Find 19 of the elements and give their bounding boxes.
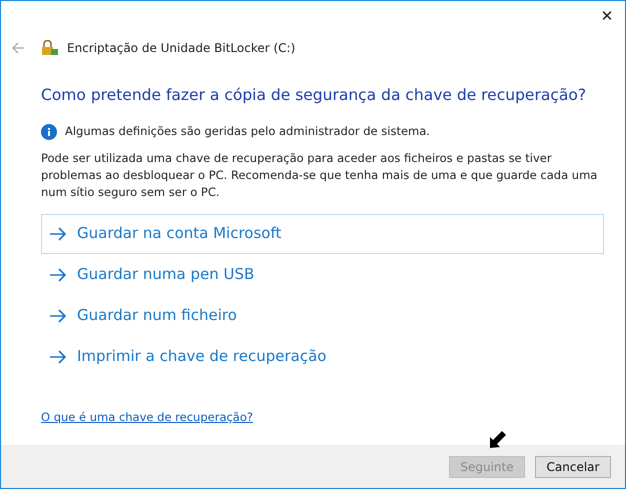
window-title: Encriptação de Unidade BitLocker (C:) (67, 40, 296, 57)
info-text: Algumas definições são geridas pelo administrador de sistema. (65, 123, 430, 140)
option-link[interactable]: Guardar numa pen USB (41, 254, 604, 294)
help-link[interactable]: O que é uma chave de recuperação? (41, 408, 253, 426)
page-heading: Como pretende fazer a cópia de segurança da chave de recuperação? (41, 85, 588, 106)
option-link[interactable]: Imprimir a chave de recuperação (41, 336, 604, 376)
back-arrow-icon[interactable] (11, 42, 25, 54)
option-link[interactable]: Guardar num ficheiro (41, 296, 604, 336)
description-text: Pode ser utilizada uma chave de recuperação para aceder aos ficheiros e pastas se tiver problemas ao desbloquear o PC. Recomenda-se que tenha mais de uma e que guarde cada uma num sítio seguro sem ser o PC. (41, 150, 598, 200)
cancel-button[interactable]: Cancelar (535, 456, 611, 478)
arrow-icon (49, 308, 67, 322)
close-button[interactable]: ✕ (589, 1, 625, 31)
arrow-icon (49, 226, 67, 240)
info-icon (41, 124, 57, 140)
pointer-arrow-icon (488, 430, 508, 450)
drive-lock-icon (41, 40, 59, 56)
arrow-icon (49, 350, 67, 364)
arrow-icon (49, 268, 67, 282)
option-link[interactable]: Guardar na conta Microsoft (41, 214, 604, 254)
